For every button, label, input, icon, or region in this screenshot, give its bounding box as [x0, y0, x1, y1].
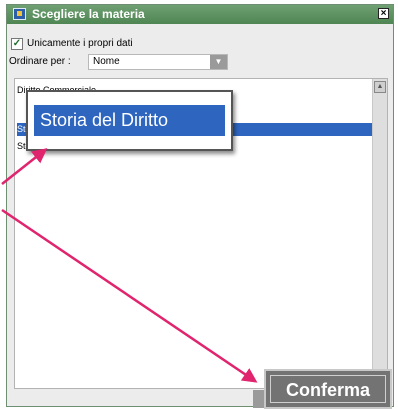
confirm-button-label: Conferma [270, 375, 386, 403]
confirm-button[interactable]: Conferma [264, 369, 392, 409]
scroll-up-icon[interactable]: ▲ [374, 81, 386, 93]
title-bar: Scegliere la materia × [7, 5, 393, 24]
own-data-checkbox[interactable]: ✓ [11, 38, 23, 50]
dropdown-arrow-icon[interactable]: ▼ [210, 55, 227, 69]
order-by-value: Nome [93, 56, 120, 67]
zoom-callout: Storia del Diritto [26, 90, 233, 151]
order-by-label: Ordinare per : [9, 56, 71, 67]
checkmark-icon: ✓ [12, 38, 22, 49]
order-by-select[interactable]: Nome ▼ [88, 54, 228, 70]
app-icon [13, 8, 26, 20]
zoomed-selected-item: Storia del Diritto [34, 105, 225, 136]
own-data-label: Unicamente i propri dati [27, 38, 133, 49]
list-scrollbar[interactable]: ▲ [372, 79, 387, 388]
dialog-title: Scegliere la materia [32, 7, 145, 21]
close-icon[interactable]: × [378, 8, 389, 19]
